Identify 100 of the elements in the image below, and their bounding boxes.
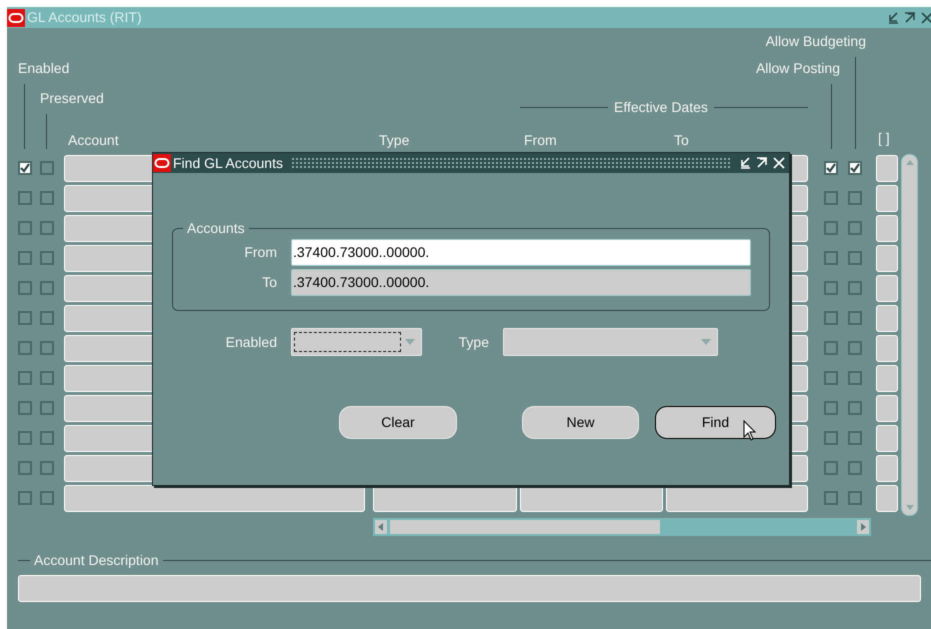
- dialog-button[interactable]: Find: [655, 406, 776, 438]
- caret-icon: [701, 339, 711, 345]
- column-header: From: [524, 131, 558, 150]
- column-header: Enabled: [18, 59, 70, 78]
- checkbox[interactable]: [40, 251, 54, 265]
- scroll-down-icon[interactable]: [904, 504, 914, 512]
- vertical-scrollbar[interactable]: [901, 154, 918, 516]
- field-label: From: [243, 243, 277, 262]
- section-label: Account Description: [34, 551, 159, 570]
- table-cell[interactable]: [876, 334, 898, 362]
- column-header: Type: [379, 131, 410, 150]
- column-header: To: [674, 131, 689, 150]
- checkbox[interactable]: [18, 461, 32, 475]
- checkbox[interactable]: [18, 191, 32, 205]
- window-title: GL Accounts (RIT): [27, 8, 143, 27]
- checkbox[interactable]: [40, 461, 54, 475]
- minimize-icon[interactable]: [887, 12, 899, 24]
- dialog-button[interactable]: New: [522, 406, 639, 438]
- table-cell[interactable]: [876, 244, 898, 272]
- caret-icon: [405, 339, 415, 345]
- checkbox[interactable]: [40, 371, 54, 385]
- checkbox[interactable]: [848, 251, 862, 265]
- checkbox[interactable]: [824, 401, 838, 415]
- checkbox[interactable]: [18, 341, 32, 355]
- checkbox[interactable]: [18, 281, 32, 295]
- close-icon[interactable]: [921, 12, 931, 24]
- column-header: Preserved: [40, 89, 104, 108]
- column-header: Account: [68, 131, 120, 150]
- checkbox[interactable]: [848, 401, 862, 415]
- account-field[interactable]: .37400.73000..00000.: [291, 269, 751, 296]
- account-field[interactable]: .37400.73000..00000.: [291, 239, 751, 266]
- checkbox[interactable]: [824, 371, 838, 385]
- checkbox[interactable]: [40, 311, 54, 325]
- group-header: Effective Dates: [614, 98, 708, 117]
- checkbox[interactable]: [848, 341, 862, 355]
- checkbox[interactable]: [824, 311, 838, 325]
- field-label: Type: [458, 332, 489, 352]
- checkbox[interactable]: [40, 491, 54, 505]
- scroll-thumb[interactable]: [390, 520, 660, 534]
- checkbox[interactable]: [18, 311, 32, 325]
- checkbox[interactable]: [824, 251, 838, 265]
- scroll-left-icon[interactable]: [375, 520, 387, 534]
- checkbox[interactable]: [40, 161, 54, 175]
- description-field[interactable]: [18, 575, 921, 602]
- account-cell[interactable]: [64, 484, 365, 512]
- checkbox[interactable]: [824, 191, 838, 205]
- table-cell[interactable]: [876, 274, 898, 302]
- table-cell[interactable]: [876, 304, 898, 332]
- dropdown[interactable]: [291, 328, 422, 356]
- checkbox[interactable]: [848, 221, 862, 235]
- checkbox[interactable]: [824, 431, 838, 445]
- scroll-up-icon[interactable]: [904, 158, 914, 166]
- checkbox[interactable]: [848, 371, 862, 385]
- checkbox[interactable]: [848, 191, 862, 205]
- table-cell[interactable]: [876, 394, 898, 422]
- maximize-icon[interactable]: [904, 12, 916, 24]
- checkbox[interactable]: [40, 431, 54, 445]
- scroll-right-icon[interactable]: [857, 520, 869, 534]
- mouse-pointer-icon: [743, 420, 757, 442]
- checkbox[interactable]: [18, 491, 32, 505]
- checkbox[interactable]: [824, 461, 838, 475]
- checkbox[interactable]: [18, 431, 32, 445]
- checkbox[interactable]: [18, 221, 32, 235]
- table-cell[interactable]: [876, 214, 898, 242]
- checkbox[interactable]: [40, 281, 54, 295]
- checkbox[interactable]: [18, 401, 32, 415]
- checkbox[interactable]: [848, 431, 862, 445]
- dialog-title: Find GL Accounts: [173, 154, 283, 172]
- group-label: Accounts: [186, 219, 246, 238]
- checkbox[interactable]: [824, 281, 838, 295]
- checkbox[interactable]: [18, 371, 32, 385]
- checkbox[interactable]: [824, 341, 838, 355]
- checkbox[interactable]: [40, 191, 54, 205]
- horizontal-scrollbar[interactable]: [373, 518, 871, 536]
- checkbox[interactable]: [18, 161, 32, 175]
- checkbox[interactable]: [40, 221, 54, 235]
- checkbox[interactable]: [18, 251, 32, 265]
- table-cell[interactable]: [876, 454, 898, 482]
- checkbox[interactable]: [824, 161, 838, 175]
- checkbox[interactable]: [848, 311, 862, 325]
- column-header: Allow Budgeting: [766, 32, 866, 51]
- table-cell[interactable]: [876, 364, 898, 392]
- oracle-logo-icon: [7, 8, 25, 26]
- checkbox[interactable]: [848, 491, 862, 505]
- checkbox[interactable]: [848, 281, 862, 295]
- field-label: To: [261, 273, 277, 292]
- field-label: Enabled: [224, 332, 277, 352]
- table-cell[interactable]: [876, 154, 898, 182]
- checkbox[interactable]: [40, 401, 54, 415]
- dialog-button[interactable]: Clear: [339, 406, 457, 438]
- checkbox[interactable]: [848, 461, 862, 475]
- checkbox[interactable]: [824, 491, 838, 505]
- column-header: [ ]: [878, 129, 891, 148]
- column-header: Allow Posting: [756, 59, 840, 78]
- checkbox[interactable]: [824, 221, 838, 235]
- checkbox[interactable]: [40, 341, 54, 355]
- table-cell[interactable]: [876, 484, 898, 512]
- checkbox[interactable]: [848, 161, 862, 175]
- table-cell[interactable]: [876, 184, 898, 212]
- table-cell[interactable]: [876, 424, 898, 452]
